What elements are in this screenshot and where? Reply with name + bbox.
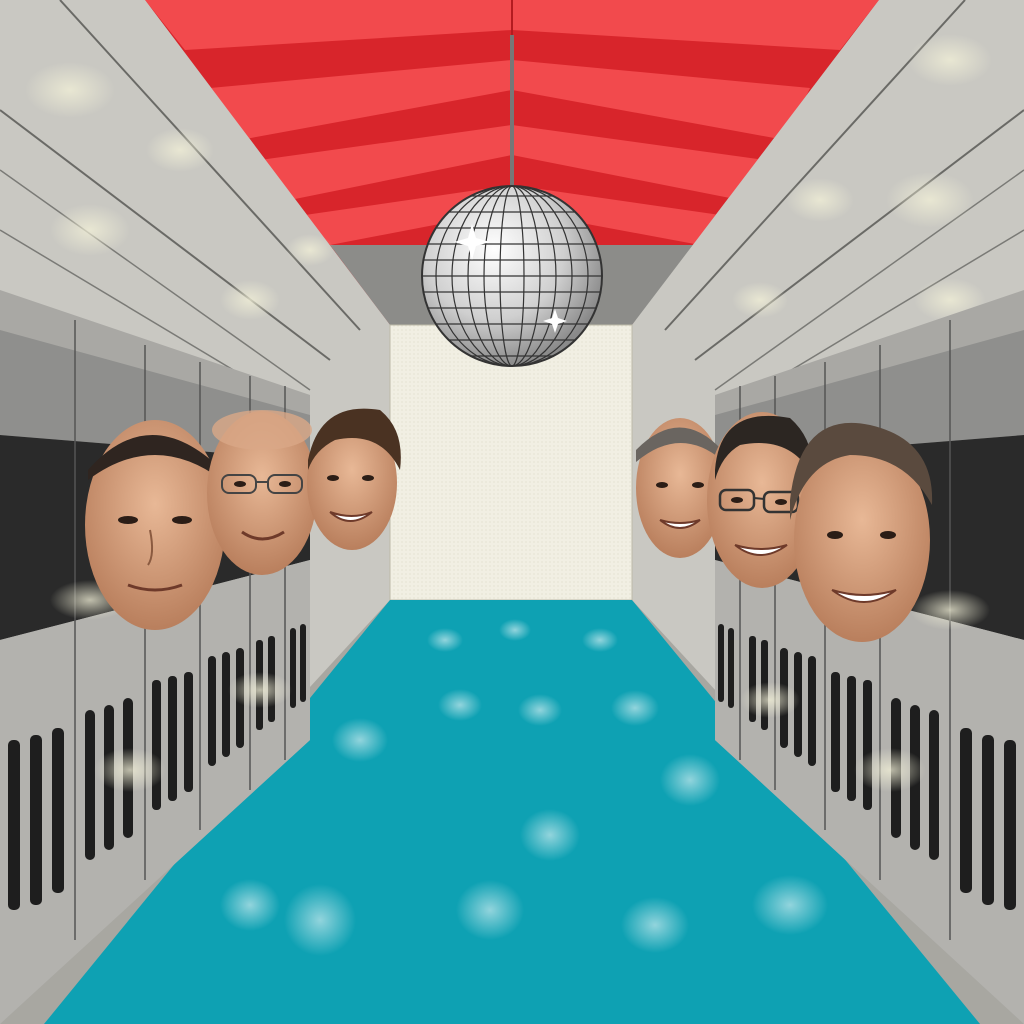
server-room-disco-scene [0,0,1024,1024]
face-icon [207,410,317,575]
face-icon [85,420,225,630]
